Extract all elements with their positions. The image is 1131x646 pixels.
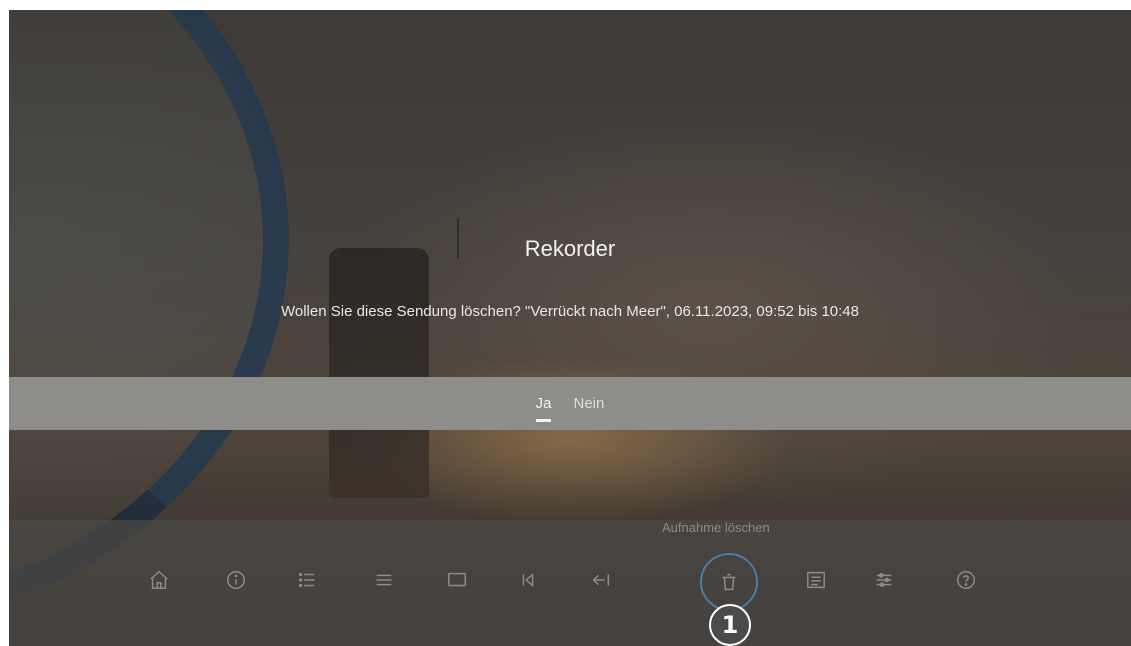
help-icon[interactable] xyxy=(948,562,984,598)
guide-icon[interactable] xyxy=(798,562,834,598)
menu-icon[interactable] xyxy=(366,562,402,598)
info-icon[interactable] xyxy=(218,562,254,598)
tv-screen: Rekorder Wollen Sie diese Sendung lösche… xyxy=(9,10,1131,646)
screen-icon[interactable] xyxy=(439,562,475,598)
dialog-title: Rekorder xyxy=(524,236,616,261)
trash-icon[interactable] xyxy=(700,553,758,611)
yes-button[interactable]: Ja xyxy=(535,389,551,422)
list-icon[interactable] xyxy=(289,562,325,598)
no-button[interactable]: Nein xyxy=(573,389,604,418)
settings-sliders-icon[interactable] xyxy=(866,562,902,598)
annotation-badge: 1 xyxy=(709,604,751,646)
skip-back-icon[interactable] xyxy=(510,562,546,598)
back-arrow-icon[interactable] xyxy=(583,562,619,598)
dialog-message: Wollen Sie diese Sendung löschen? "Verrü… xyxy=(281,303,859,320)
toolbar-tooltip: Aufnahme löschen xyxy=(662,520,770,535)
home-icon[interactable] xyxy=(141,562,177,598)
dialog-button-bar: Ja Nein xyxy=(9,377,1131,430)
